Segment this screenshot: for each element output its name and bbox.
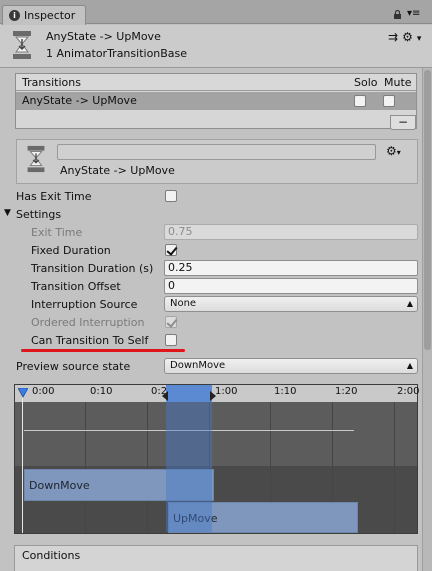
- transition-row-label: AnyState -> UpMove: [22, 94, 137, 107]
- transitions-title: Transitions: [22, 76, 81, 89]
- remove-transition-button[interactable]: −: [390, 115, 416, 130]
- transition-range-handle[interactable]: [166, 385, 212, 402]
- transition-name: AnyState -> UpMove: [60, 164, 175, 177]
- timeline-curve-area: [15, 402, 417, 466]
- has-exit-time-label: Has Exit Time: [16, 190, 92, 203]
- preview-source-state-label: Preview source state: [16, 360, 131, 373]
- ruler-tick-label: 0:10: [90, 386, 113, 397]
- dropdown-arrow-icon: ▲: [406, 361, 413, 370]
- ruler-tick-label: 1:00: [215, 386, 238, 397]
- mute-checkbox[interactable]: [383, 95, 395, 107]
- tab-label: Inspector: [24, 9, 76, 22]
- transitions-list-header: Transitions Solo Mute: [16, 74, 416, 91]
- interruption-source-label: Interruption Source: [31, 298, 138, 311]
- exit-time-label: Exit Time: [31, 226, 83, 239]
- tab-menu-icon[interactable]: ▾≡: [407, 9, 423, 20]
- transition-icon: [27, 145, 45, 173]
- header-title: AnyState -> UpMove: [46, 30, 161, 43]
- mute-column-label: Mute: [384, 76, 412, 89]
- transition-offset-field[interactable]: 0: [164, 278, 418, 294]
- transition-name-field[interactable]: [57, 144, 376, 160]
- ordered-interruption-label: Ordered Interruption: [31, 316, 145, 329]
- playhead-line: [22, 391, 23, 533]
- can-transition-to-self-checkbox[interactable]: [165, 334, 177, 346]
- transition-icon: [13, 31, 31, 59]
- solo-checkbox[interactable]: [354, 95, 366, 107]
- ruler-tick-label: 0:00: [32, 386, 55, 397]
- can-transition-to-self-label: Can Transition To Self: [31, 334, 149, 347]
- info-icon: i: [9, 10, 20, 21]
- preset-icon[interactable]: ⇉: [388, 30, 402, 44]
- transition-end-marker-icon[interactable]: [208, 391, 218, 401]
- playhead-marker-icon[interactable]: [18, 388, 28, 398]
- preview-source-state-value: DownMove: [170, 360, 226, 371]
- header-tools: ⇉⚙▾: [388, 30, 425, 44]
- list-item[interactable]: AnyState -> UpMove: [16, 92, 416, 110]
- transition-range[interactable]: [166, 385, 212, 532]
- ordered-interruption-checkbox[interactable]: [165, 316, 177, 328]
- lock-icon[interactable]: [393, 10, 402, 19]
- ruler-tick-label: 1:10: [274, 386, 297, 397]
- fixed-duration-checkbox[interactable]: [165, 244, 177, 256]
- fixed-duration-label: Fixed Duration: [31, 244, 111, 257]
- grid-line: [147, 402, 148, 533]
- gear-icon[interactable]: ⚙: [402, 30, 417, 44]
- interruption-source-dropdown[interactable]: None ▲: [164, 296, 418, 312]
- tab-inspector[interactable]: i Inspector: [2, 5, 86, 25]
- has-exit-time-checkbox[interactable]: [165, 190, 177, 202]
- header-subtitle: 1 AnimatorTransitionBase: [46, 47, 188, 60]
- exit-time-field[interactable]: 0.75: [164, 224, 418, 240]
- solo-column-label: Solo: [354, 76, 378, 89]
- more-icon[interactable]: ▾: [417, 34, 426, 44]
- settings-foldout-label[interactable]: Settings: [16, 208, 61, 221]
- transition-duration-field[interactable]: 0.25: [164, 260, 418, 276]
- grid-line: [85, 402, 86, 533]
- dropdown-arrow-icon: ▲: [406, 299, 413, 308]
- conditions-title: Conditions: [22, 549, 81, 562]
- scrollbar-thumb[interactable]: [424, 70, 431, 350]
- highlight-underline: [21, 349, 185, 352]
- ruler-tick-label: 2:00: [397, 386, 420, 397]
- settings-foldout-arrow-icon[interactable]: ▼: [4, 208, 11, 218]
- transition-start-marker-icon[interactable]: [160, 391, 170, 401]
- source-clip-label: DownMove: [29, 479, 90, 492]
- preview-source-state-dropdown[interactable]: DownMove ▲: [164, 358, 418, 374]
- ruler-tick-label: 1:20: [335, 386, 358, 397]
- interruption-source-value: None: [170, 298, 197, 309]
- conditions-section: Conditions: [14, 545, 418, 571]
- gear-icon[interactable]: ⚙▾: [386, 144, 401, 158]
- transition-duration-label: Transition Duration (s): [31, 262, 154, 275]
- transition-offset-label: Transition Offset: [31, 280, 121, 293]
- grid-line: [394, 402, 395, 533]
